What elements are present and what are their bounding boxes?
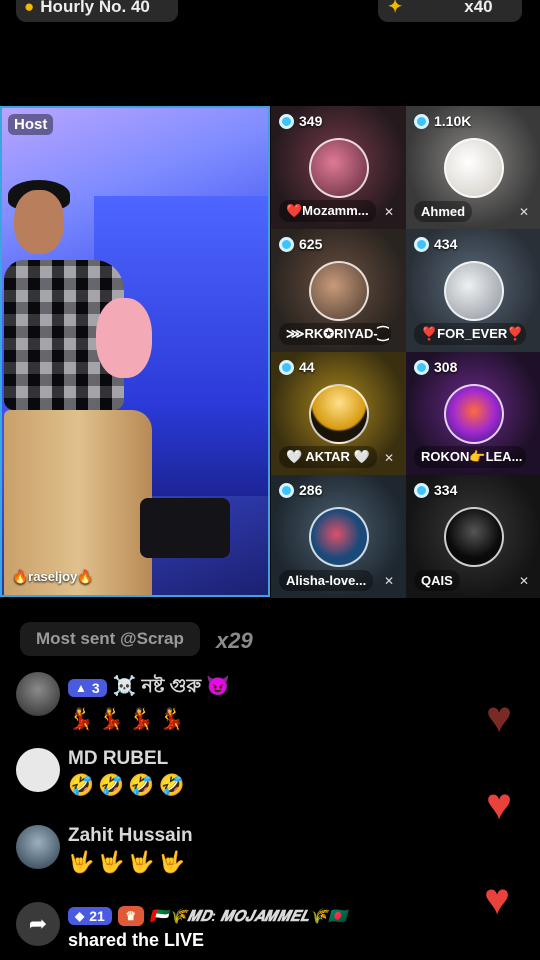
- diamond-icon: ◆: [75, 909, 85, 923]
- guest-name: Ahmed: [414, 201, 473, 222]
- avatar[interactable]: [16, 672, 60, 716]
- host-person: [4, 180, 154, 595]
- gift-combo-pill: ✦ x40: [378, 0, 522, 22]
- guest-slot-6[interactable]: 308 ROKON👉LEA...: [406, 352, 540, 475]
- host-video[interactable]: Host 🔥raseljoy🔥: [0, 106, 270, 597]
- most-sent-multiplier: x29: [216, 628, 253, 653]
- guest-score: 434: [434, 236, 458, 252]
- heart-icon: ♥: [486, 693, 513, 742]
- guest-name: 🤍 AKTAR 🤍: [279, 446, 377, 468]
- mic-muted-icon: ✕: [384, 205, 395, 219]
- avatar[interactable]: [16, 748, 60, 792]
- guest-score: 286: [299, 482, 323, 498]
- guest-name: ❣️FOR_EVER❣️: [414, 323, 526, 345]
- guest-score: 334: [434, 482, 458, 498]
- live-guest-grid: Host 🔥raseljoy🔥 349 ❤️Mozamm... ✕ 1.10K …: [0, 106, 540, 598]
- level-number: 21: [89, 908, 105, 924]
- viewer-gem-icon: [414, 482, 429, 498]
- guest-slot-4[interactable]: 434 ❣️FOR_EVER❣️: [406, 229, 540, 352]
- viewer-gem-icon: [279, 359, 294, 375]
- share-icon[interactable]: ➦: [16, 902, 60, 946]
- heart-icon: ♥: [486, 780, 513, 829]
- level-badge: ▲ 3: [68, 679, 107, 697]
- gift-icon: ✦: [388, 0, 403, 16]
- viewer-gem-icon: [414, 359, 429, 375]
- guest-slot-3[interactable]: 625 ⋙RK✪RIYAD-⁐: [271, 229, 406, 352]
- guest-slot-2[interactable]: 1.10K Ahmed ✕: [406, 106, 540, 229]
- guest-score: 349: [299, 113, 323, 129]
- mic-muted-icon: ✕: [519, 574, 530, 588]
- guest-score: 1.10K: [434, 113, 472, 129]
- mic-muted-icon: ✕: [519, 205, 530, 219]
- guest-avatar: [444, 261, 504, 321]
- viewer-gem-icon: [414, 113, 429, 129]
- guest-avatar: [444, 138, 504, 198]
- viewer-gem-icon: [279, 113, 294, 129]
- fan-badge-icon: ♛: [117, 906, 144, 926]
- chat-text: 💃💃💃💃: [68, 708, 189, 731]
- heart-icon: ♥: [484, 875, 511, 924]
- guest-slot-1[interactable]: 349 ❤️Mozamm... ✕: [271, 106, 406, 229]
- level-triangle-icon: ▲: [75, 681, 87, 695]
- viewer-gem-icon: [414, 236, 429, 252]
- guest-avatar: [309, 261, 369, 321]
- chat-username: 🇦🇪🌾𝑴𝑫: 𝑴𝑶𝑱𝑨𝑴𝑴𝑬𝑳🌾🇧🇩: [149, 908, 347, 925]
- chat-text: 🤣🤣🤣🤣: [68, 774, 189, 797]
- viewer-gem-icon: [279, 482, 294, 498]
- level-badge: ◆ 21: [68, 907, 112, 925]
- mic-muted-icon: ✕: [384, 451, 395, 465]
- most-sent-banner[interactable]: Most sent @Scrap: [20, 622, 200, 656]
- host-tag: Host: [8, 114, 54, 135]
- guest-score: 308: [434, 359, 458, 375]
- flame-icon: ●: [24, 0, 35, 16]
- teddy-bear: [96, 298, 152, 378]
- guest-name: QAIS: [414, 570, 460, 591]
- hourly-ranking-pill[interactable]: ● Hourly No. 40: [16, 0, 178, 22]
- avatar[interactable]: [16, 825, 60, 869]
- host-name[interactable]: 🔥raseljoy🔥: [12, 569, 94, 585]
- chat-text: shared the LIVE: [68, 930, 205, 950]
- gift-combo-count: x40: [464, 0, 493, 16]
- guest-name: ROKON👉LEA...: [414, 446, 526, 468]
- guest-avatar: [444, 384, 504, 444]
- bag: [140, 498, 230, 558]
- chat-text: 🤟🤟🤟🤟: [68, 851, 189, 874]
- guest-score: 625: [299, 236, 323, 252]
- guest-avatar: [444, 507, 504, 567]
- guest-avatar: [309, 507, 369, 567]
- guest-slot-5[interactable]: 44 🤍 AKTAR 🤍 ✕: [271, 352, 406, 475]
- guest-name: Alisha-love...: [279, 570, 374, 591]
- chat-username: ☠️ নষ্ট গুরু 😈: [112, 676, 230, 697]
- guest-name: ❤️Mozamm...: [279, 200, 376, 222]
- viewer-gem-icon: [279, 236, 294, 252]
- level-number: 3: [91, 680, 100, 696]
- guest-slot-7[interactable]: 286 Alisha-love... ✕: [271, 475, 406, 598]
- hourly-ranking-label: Hourly No. 40: [40, 0, 150, 16]
- guest-slot-8[interactable]: 334 QAIS ✕: [406, 475, 540, 598]
- chat-username: Zahit Hussain: [68, 825, 193, 846]
- guest-avatar: [309, 384, 369, 444]
- mic-muted-icon: ✕: [384, 574, 395, 588]
- guest-avatar: [309, 138, 369, 198]
- guest-name: ⋙RK✪RIYAD-⁐: [279, 323, 391, 345]
- chat-username: MD RUBEL: [68, 748, 169, 769]
- guest-score: 44: [299, 359, 315, 375]
